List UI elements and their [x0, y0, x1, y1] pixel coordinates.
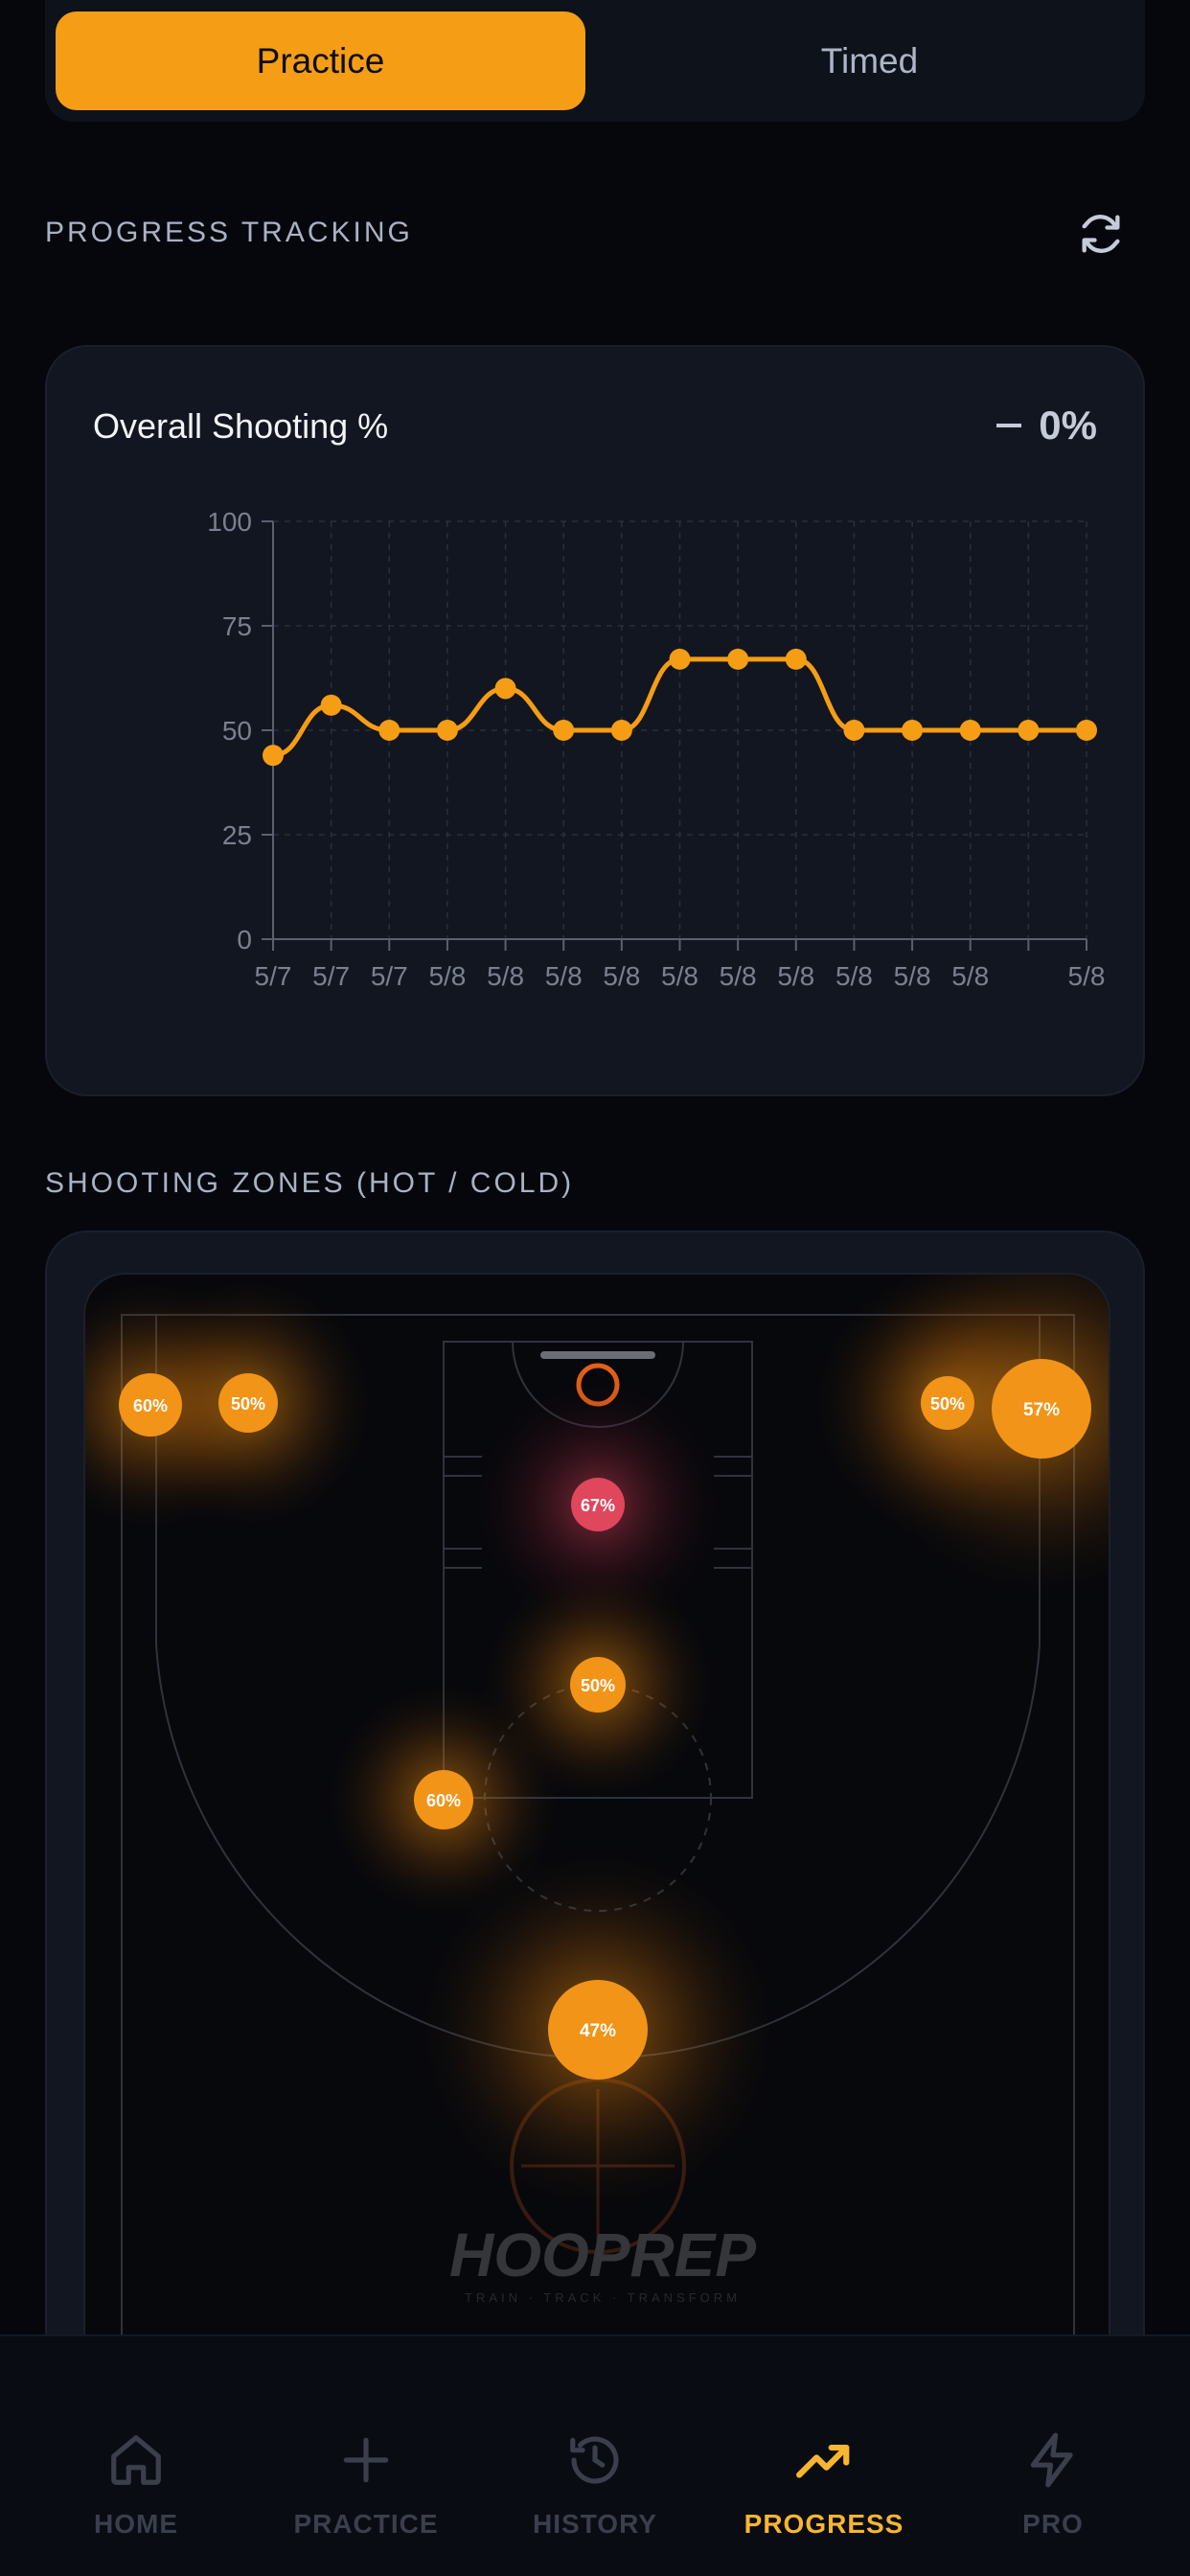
lightning-icon [1030, 2432, 1073, 2488]
zone-free-throw[interactable]: 50% [570, 1657, 626, 1713]
nav-home-label: HOME [94, 2509, 178, 2539]
backboard [540, 1351, 655, 1359]
practice-mode-button[interactable]: Practice [56, 12, 585, 110]
data-point [263, 745, 284, 767]
y-tick-label: 0 [237, 925, 252, 954]
y-tick-label: 75 [222, 611, 252, 641]
nav-home[interactable]: HOME [21, 2336, 251, 2576]
x-tick-label: 5/8 [835, 961, 873, 991]
data-point [727, 648, 749, 670]
zone-value: 50% [930, 1394, 965, 1414]
y-tick-label: 25 [222, 820, 252, 850]
shooting-chart-card: Overall Shooting % 0% 0 25 50 75 100 5/7 5/7 5/… [45, 345, 1145, 1096]
x-tick-label: 5/8 [428, 961, 466, 991]
zone-right-corner[interactable]: 57% [992, 1359, 1091, 1459]
x-tick-label: 5/7 [371, 961, 408, 991]
data-point [436, 720, 458, 741]
x-tick-label: 5/8 [894, 961, 931, 991]
plus-icon [343, 2437, 389, 2483]
x-tick-label: 5/7 [255, 961, 292, 991]
data-point [1076, 720, 1097, 741]
zone-left-wing-corner[interactable]: 50% [218, 1373, 278, 1433]
watermark-brand: HOOPREP [449, 2220, 756, 2289]
bottom-nav: HOME PRACTICE HISTORY PROGRESS PRO [0, 2334, 1190, 2576]
zone-value: 67% [581, 1496, 615, 1515]
data-point [669, 648, 691, 670]
mode-toggle: Practice Timed [45, 0, 1145, 122]
data-point [494, 678, 516, 700]
zone-value: 50% [231, 1394, 265, 1414]
zone-value: 60% [426, 1791, 461, 1810]
zone-value: 60% [133, 1396, 168, 1415]
data-point [320, 694, 342, 716]
refresh-icon[interactable] [1076, 209, 1126, 259]
x-tick-label: 5/8 [951, 961, 989, 991]
data-point [843, 720, 865, 741]
home-icon [111, 2435, 161, 2485]
nav-history[interactable]: HISTORY [480, 2336, 710, 2576]
zone-left-elbow[interactable]: 60% [414, 1770, 473, 1829]
zone-value: 47% [580, 2021, 616, 2041]
zone-left-corner[interactable]: 60% [119, 1373, 182, 1437]
nav-history-label: HISTORY [533, 2509, 657, 2539]
data-point [785, 648, 807, 670]
data-point [959, 720, 981, 741]
nav-practice-label: PRACTICE [293, 2509, 439, 2539]
zones-section-label: SHOOTING ZONES (HOT / COLD) [45, 1167, 575, 1199]
zone-top-of-key[interactable]: 47% [548, 1980, 648, 2080]
nav-progress-label: PROGRESS [744, 2509, 904, 2539]
nav-practice[interactable]: PRACTICE [251, 2336, 481, 2576]
x-tick-label: 5/8 [661, 961, 698, 991]
watermark-tagline: TRAIN · TRACK · TRANSFORM [465, 2290, 741, 2305]
nav-pro[interactable]: PRO [938, 2336, 1168, 2576]
x-tick-label: 5/8 [1068, 961, 1106, 991]
timed-mode-button[interactable]: Timed [605, 12, 1134, 110]
nav-progress[interactable]: PROGRESS [709, 2336, 939, 2576]
x-tick-label: 5/8 [603, 961, 640, 991]
zone-right-wing-corner[interactable]: 50% [921, 1376, 974, 1430]
data-point [610, 720, 632, 741]
y-tick-label: 100 [207, 507, 252, 537]
history-icon [570, 2436, 619, 2484]
data-point [1018, 720, 1040, 741]
data-point [902, 720, 924, 741]
zone-value: 50% [581, 1676, 615, 1695]
x-tick-label: 5/8 [777, 961, 814, 991]
zone-paint[interactable]: 67% [571, 1478, 625, 1531]
line-chart: 0 25 50 75 100 5/7 5/7 5/7 5/8 5/8 5/8 5/8 5/8 5/8 5/8… [207, 507, 1106, 991]
progress-section-label: PROGRESS TRACKING [45, 217, 413, 248]
trending-up-icon [796, 2444, 850, 2478]
x-tick-label: 5/8 [545, 961, 583, 991]
data-point [553, 720, 575, 741]
x-tick-label: 5/8 [487, 961, 524, 991]
zone-value: 57% [1023, 1400, 1060, 1420]
x-tick-label: 5/8 [720, 961, 757, 991]
data-point [378, 720, 400, 741]
y-tick-label: 50 [222, 716, 252, 746]
nav-pro-label: PRO [1022, 2509, 1084, 2539]
x-tick-label: 5/7 [312, 961, 350, 991]
